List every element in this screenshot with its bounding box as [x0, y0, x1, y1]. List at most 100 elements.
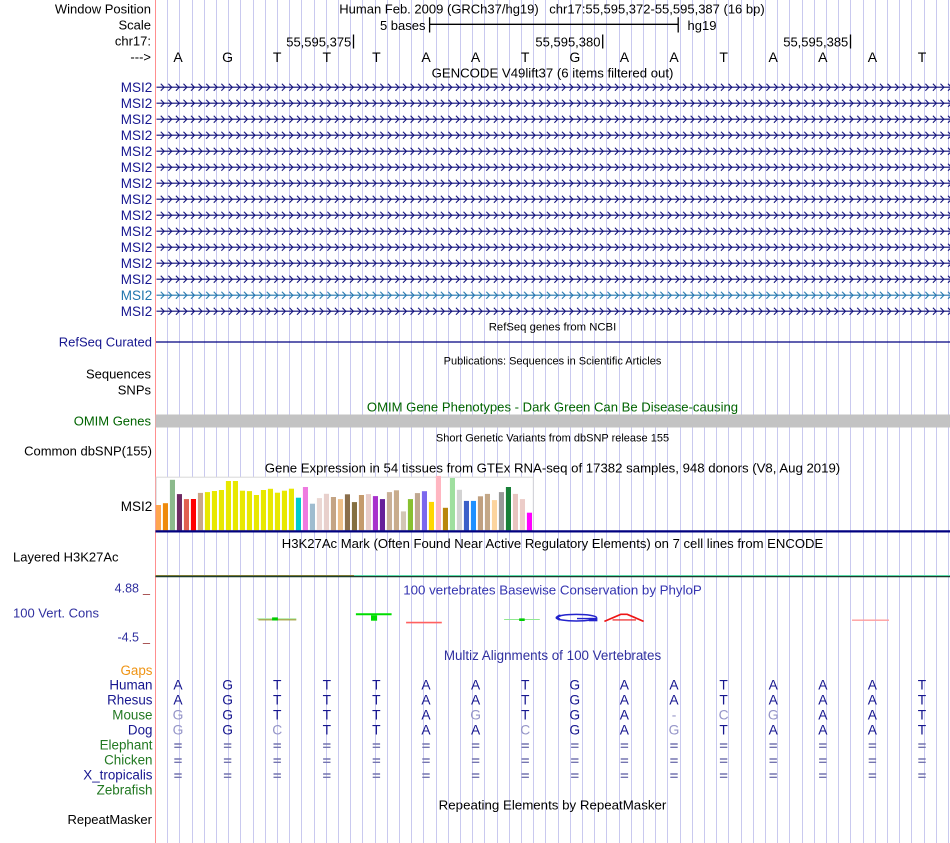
svg-text:Gene Expression in 54 tissues: Gene Expression in 54 tissues from GTEx … — [265, 460, 840, 475]
svg-text:A: A — [471, 677, 481, 692]
svg-text:G: G — [569, 49, 580, 65]
svg-text:MSI2: MSI2 — [121, 240, 153, 255]
svg-text:T: T — [323, 49, 332, 65]
svg-text:MSI2: MSI2 — [121, 208, 153, 223]
svg-text:MSI2: MSI2 — [121, 80, 153, 95]
svg-text:Human Feb. 2009 (GRCh37/hg19): Human Feb. 2009 (GRCh37/hg19) — [339, 2, 538, 17]
svg-text:55,595,380: 55,595,380 — [535, 34, 600, 49]
svg-text:A: A — [471, 49, 481, 65]
svg-text:A: A — [421, 707, 431, 722]
svg-text:MSI2: MSI2 — [121, 96, 153, 111]
svg-text:T: T — [521, 692, 530, 707]
svg-text:MSI2: MSI2 — [121, 304, 153, 319]
svg-text:A: A — [620, 722, 630, 737]
svg-text:T: T — [918, 692, 927, 707]
svg-text:Window Position: Window Position — [55, 2, 151, 17]
svg-text:4.88: 4.88 — [115, 582, 139, 596]
svg-text:T: T — [521, 49, 530, 65]
svg-text:hg19: hg19 — [688, 18, 717, 33]
svg-text:A: A — [471, 692, 481, 707]
svg-text:MSI2: MSI2 — [121, 499, 153, 514]
svg-text:T: T — [273, 692, 282, 707]
svg-text:chr17:: chr17: — [115, 34, 151, 49]
svg-text:--->: ---> — [130, 50, 151, 65]
svg-text:55,595,375: 55,595,375 — [286, 34, 351, 49]
svg-text:-: - — [672, 707, 677, 722]
svg-text:C: C — [520, 722, 530, 737]
svg-text:Short Genetic Variants from db: Short Genetic Variants from dbSNP releas… — [436, 432, 669, 444]
svg-text:Multiz Alignments of 100 Verte: Multiz Alignments of 100 Vertebrates — [444, 648, 662, 663]
svg-text:T: T — [719, 722, 728, 737]
svg-text:MSI2: MSI2 — [121, 256, 153, 271]
svg-text:Dog: Dog — [128, 722, 153, 737]
svg-text:Sequences: Sequences — [86, 367, 152, 382]
svg-text:G: G — [222, 707, 233, 722]
svg-text:T: T — [918, 707, 927, 722]
svg-text:T: T — [521, 707, 530, 722]
svg-text:G: G — [173, 722, 184, 737]
svg-text:T: T — [918, 49, 927, 65]
svg-text:T: T — [918, 722, 927, 737]
svg-text:G: G — [222, 692, 233, 707]
svg-text:Scale: Scale — [118, 18, 151, 33]
svg-text:Publications: Sequences in Sci: Publications: Sequences in Scientific Ar… — [444, 355, 662, 367]
svg-text:A: A — [868, 677, 878, 692]
svg-text:A: A — [769, 692, 779, 707]
svg-text:T: T — [273, 677, 282, 692]
svg-text:A: A — [868, 707, 878, 722]
svg-text:A: A — [620, 707, 630, 722]
svg-text:A: A — [421, 692, 431, 707]
svg-text:Chicken: Chicken — [104, 752, 152, 767]
svg-text:100 Vert. Cons: 100 Vert. Cons — [13, 606, 99, 621]
svg-text:A: A — [173, 692, 183, 707]
svg-text:55,595,385: 55,595,385 — [783, 34, 848, 49]
svg-text:G: G — [222, 677, 233, 692]
svg-text:A: A — [769, 49, 779, 65]
svg-text:T: T — [521, 677, 530, 692]
svg-text:T: T — [372, 692, 381, 707]
svg-text:T: T — [323, 692, 332, 707]
svg-text:T: T — [273, 707, 282, 722]
svg-text:A: A — [620, 49, 630, 65]
svg-text:G: G — [470, 707, 481, 722]
svg-text:RefSeq Curated: RefSeq Curated — [59, 335, 152, 350]
svg-text:Gaps: Gaps — [120, 663, 152, 678]
svg-text:T: T — [719, 677, 728, 692]
svg-text:A: A — [818, 692, 828, 707]
svg-text:Layered H3K27Ac: Layered H3K27Ac — [13, 550, 119, 565]
svg-text:MSI2: MSI2 — [121, 176, 153, 191]
svg-text:Elephant: Elephant — [100, 737, 153, 752]
svg-text:A: A — [421, 677, 431, 692]
svg-text:A: A — [421, 722, 431, 737]
svg-text:A: A — [769, 722, 779, 737]
svg-text:A: A — [669, 49, 679, 65]
svg-text:C: C — [719, 707, 729, 722]
svg-text:T: T — [918, 677, 927, 692]
svg-text:A: A — [620, 692, 630, 707]
svg-text:T: T — [372, 49, 381, 65]
svg-text:OMIM Gene Phenotypes - Dark Gr: OMIM Gene Phenotypes - Dark Green Can Be… — [367, 399, 738, 414]
svg-text:-4.5: -4.5 — [117, 631, 139, 645]
svg-text:A: A — [818, 49, 828, 65]
svg-text:T: T — [323, 677, 332, 692]
svg-text:MSI2: MSI2 — [121, 288, 153, 303]
svg-text:Mouse: Mouse — [112, 707, 152, 722]
svg-text:A: A — [421, 49, 431, 65]
svg-text:G: G — [569, 677, 580, 692]
svg-text:A: A — [818, 677, 828, 692]
svg-text:_: _ — [142, 582, 151, 596]
svg-text:G: G — [569, 692, 580, 707]
svg-text:Common dbSNP(155): Common dbSNP(155) — [24, 444, 152, 459]
svg-text:Human: Human — [109, 677, 152, 692]
svg-text:T: T — [372, 677, 381, 692]
svg-text:A: A — [818, 707, 828, 722]
svg-text:X_tropicalis: X_tropicalis — [83, 767, 153, 782]
svg-text:G: G — [173, 707, 184, 722]
svg-text:A: A — [173, 677, 183, 692]
svg-text:T: T — [323, 722, 332, 737]
svg-text:T: T — [372, 707, 381, 722]
svg-text:A: A — [868, 692, 878, 707]
svg-text:G: G — [222, 722, 233, 737]
svg-text:RepeatMasker: RepeatMasker — [67, 812, 152, 827]
svg-text:SNPs: SNPs — [118, 383, 152, 398]
